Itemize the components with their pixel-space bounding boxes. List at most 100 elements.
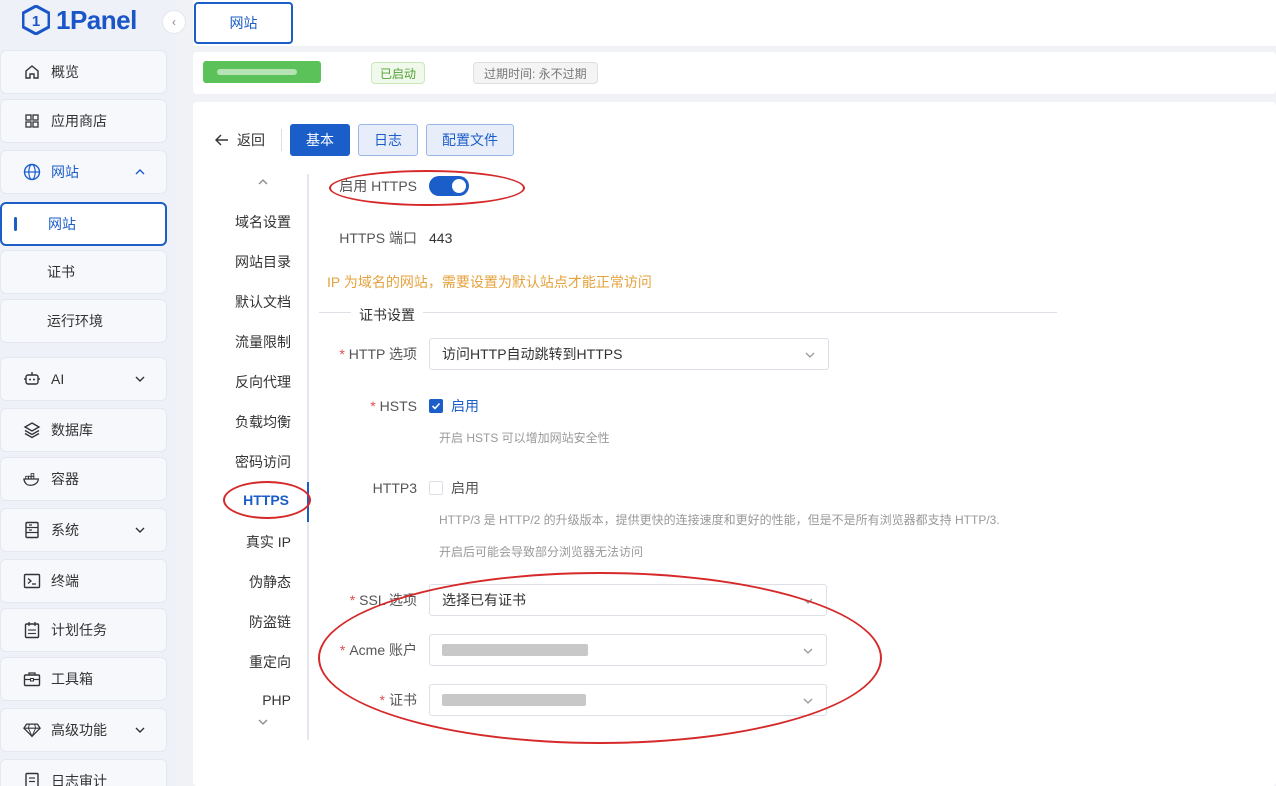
subnav-reverse-proxy[interactable]: 反向代理 xyxy=(235,372,291,392)
subnav-https[interactable]: HTTPS xyxy=(243,492,289,508)
docker-icon xyxy=(23,470,41,488)
sidebar-subitem-runtime[interactable]: 运行环境 xyxy=(0,299,167,343)
scroll-up-icon[interactable] xyxy=(257,176,269,190)
sidebar-item-label: 终端 xyxy=(51,573,79,589)
sidebar-item-label: 网站 xyxy=(51,164,79,180)
terminal-icon xyxy=(23,572,41,590)
sidebar-item-ai[interactable]: AI xyxy=(0,357,167,401)
sidebar-item-cron[interactable]: 计划任务 xyxy=(0,608,167,652)
subnav-site-dir[interactable]: 网站目录 xyxy=(235,252,291,272)
sidebar-item-label: 应用商店 xyxy=(51,113,107,129)
sidebar-item-label: AI xyxy=(51,371,65,387)
svg-text:1: 1 xyxy=(32,13,40,30)
ssl-option-label: * SSL 选项 xyxy=(349,592,417,608)
sidebar-item-label: 概览 xyxy=(51,64,79,80)
hsts-hint: 开启 HSTS 可以增加网站安全性 xyxy=(439,431,610,445)
http-option-select[interactable]: 访问HTTP自动跳转到HTTPS xyxy=(429,338,829,370)
chevron-down-icon xyxy=(802,594,814,610)
logo-icon: 1 xyxy=(22,5,50,35)
expire-badge: 过期时间: 永不过期 xyxy=(473,62,598,84)
chevron-down-icon xyxy=(134,372,146,388)
back-button[interactable]: 返回 xyxy=(215,129,282,151)
http3-enable-label[interactable]: 启用 xyxy=(451,478,479,498)
chevron-down-icon xyxy=(134,523,146,539)
tab-bar: 网站 xyxy=(193,0,1276,46)
sidebar-item-label: 系统 xyxy=(51,522,79,538)
http3-warning-hint: 开启后可能会导致部分浏览器无法访问 xyxy=(439,545,644,559)
subnav-real-ip[interactable]: 真实 IP xyxy=(246,532,291,552)
settings-subnav: 域名设置 网站目录 默认文档 流量限制 反向代理 负载均衡 密码访问 HTTPS… xyxy=(213,174,309,740)
subnav-default-doc[interactable]: 默认文档 xyxy=(235,292,291,312)
sidebar-item-appstore[interactable]: 应用商店 xyxy=(0,99,167,143)
tab-website[interactable]: 网站 xyxy=(194,2,293,44)
sidebar-item-toolbox[interactable]: 工具箱 xyxy=(0,657,167,701)
subnav-rate-limit[interactable]: 流量限制 xyxy=(235,332,291,352)
sidebar: 1 1Panel ‹ 概览 应用商店 网站 网站 证书 运行环境 AI 数据库 … xyxy=(0,0,186,786)
sidebar-subitem-certificate[interactable]: 证书 xyxy=(0,250,167,294)
sidebar-subitem-website[interactable]: 网站 xyxy=(0,202,167,246)
ssl-option-select[interactable]: 选择已有证书 xyxy=(429,584,827,616)
chevron-down-icon xyxy=(804,348,816,364)
subnav-redirect[interactable]: 重定向 xyxy=(249,652,291,672)
certificate-row: * 证书 xyxy=(319,684,827,716)
status-badge: 已启动 xyxy=(371,62,426,84)
sidebar-item-system[interactable]: 系统 xyxy=(0,508,167,552)
config-tab-button[interactable]: 配置文件 xyxy=(426,124,514,156)
ssl-option-value: 选择已有证书 xyxy=(442,592,526,608)
enable-https-toggle[interactable] xyxy=(429,176,469,196)
subnav-password-access[interactable]: 密码访问 xyxy=(235,452,291,472)
certificate-select[interactable] xyxy=(429,684,827,716)
basic-tab-button[interactable]: 基本 xyxy=(290,124,350,156)
http-option-label: * HTTP 选项 xyxy=(339,346,417,362)
main-panel: 返回 基本 日志 配置文件 域名设置 网站目录 默认文档 流量限制 反向代理 负… xyxy=(193,102,1276,786)
sidebar-item-audit-log[interactable]: 日志审计 xyxy=(0,759,167,786)
calendar-icon xyxy=(23,621,41,639)
scroll-down-icon[interactable] xyxy=(257,716,269,730)
hsts-checkbox[interactable] xyxy=(429,399,443,413)
hsts-enable-label[interactable]: 启用 xyxy=(451,396,479,416)
server-icon xyxy=(23,521,41,539)
https-port-label: HTTPS 端口 xyxy=(339,230,417,246)
grid-icon xyxy=(23,112,41,130)
sidebar-item-label: 工具箱 xyxy=(51,671,93,687)
redacted-value xyxy=(442,694,586,706)
ip-warning-text: IP 为域名的网站，需要设置为默认站点才能正常访问 xyxy=(327,274,652,290)
sidebar-item-container[interactable]: 容器 xyxy=(0,457,167,501)
redacted-value xyxy=(442,644,588,656)
acme-account-select[interactable] xyxy=(429,634,827,666)
subnav-load-balance[interactable]: 负载均衡 xyxy=(235,412,291,432)
http-option-value: 访问HTTP自动跳转到HTTPS xyxy=(442,346,623,362)
site-header: 已启动 过期时间: 永不过期 xyxy=(193,52,1276,94)
toolbar: 返回 基本 日志 配置文件 xyxy=(215,124,514,156)
home-icon xyxy=(23,63,41,81)
http3-row: HTTP3 启用 xyxy=(319,478,479,498)
sidebar-item-overview[interactable]: 概览 xyxy=(0,50,167,94)
subnav-domain[interactable]: 域名设置 xyxy=(235,212,291,232)
http-option-row: * HTTP 选项 访问HTTP自动跳转到HTTPS xyxy=(319,338,829,370)
chevron-down-icon xyxy=(802,644,814,660)
sidebar-subitem-label: 证书 xyxy=(47,264,75,280)
sidebar-item-terminal[interactable]: 终端 xyxy=(0,559,167,603)
ssl-option-row: * SSL 选项 选择已有证书 xyxy=(319,584,827,616)
subnav-rewrite[interactable]: 伪静态 xyxy=(249,572,291,592)
active-subnav-indicator xyxy=(307,482,309,522)
layers-icon xyxy=(23,421,41,439)
brand-name: 1Panel xyxy=(56,4,137,35)
subnav-php[interactable]: PHP xyxy=(262,692,291,708)
sidebar-item-label: 日志审计 xyxy=(51,773,107,786)
site-name-badge[interactable] xyxy=(203,61,321,83)
http3-checkbox[interactable] xyxy=(429,481,443,495)
hsts-label: * HSTS xyxy=(370,398,417,414)
toolbox-icon xyxy=(23,670,41,688)
acme-account-row: * Acme 账户 xyxy=(319,634,827,666)
sidebar-item-advanced[interactable]: 高级功能 xyxy=(0,708,167,752)
sidebar-subitem-label: 运行环境 xyxy=(47,313,103,329)
sidebar-item-label: 高级功能 xyxy=(51,722,107,738)
logo: 1 1Panel xyxy=(22,4,137,36)
collapse-sidebar-button[interactable]: ‹ xyxy=(162,10,186,34)
log-tab-button[interactable]: 日志 xyxy=(358,124,418,156)
sidebar-item-website[interactable]: 网站 xyxy=(0,150,167,194)
sidebar-item-database[interactable]: 数据库 xyxy=(0,408,167,452)
log-icon xyxy=(23,772,41,786)
subnav-hotlink[interactable]: 防盗链 xyxy=(249,612,291,632)
